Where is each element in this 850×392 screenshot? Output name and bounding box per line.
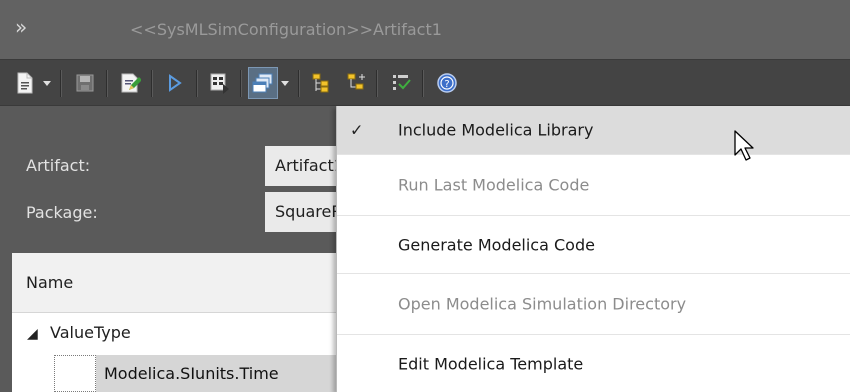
collapse-triangle-icon[interactable]: ◢ — [27, 324, 38, 344]
toolbar-separator — [240, 70, 242, 97]
menu-item-label: Edit Modelica Template — [398, 354, 584, 373]
toolbar-separator — [151, 70, 153, 97]
menu-item-edit-modelica-template[interactable]: Edit Modelica Template — [337, 335, 850, 392]
help-icon[interactable]: ? — [432, 67, 462, 99]
title-bar: » <<SysMLSimConfiguration>>Artifact1 — [0, 0, 850, 59]
window-title: <<SysMLSimConfiguration>>Artifact1 — [130, 20, 442, 39]
toolbar-separator — [196, 70, 198, 97]
add-element-icon[interactable] — [307, 67, 337, 99]
menu-item-run-last-modelica-code[interactable]: Run Last Modelica Code — [337, 155, 850, 215]
generate-icon[interactable] — [205, 67, 235, 99]
expand-chevron-icon[interactable]: » — [15, 12, 27, 42]
menu-item-label: Run Last Modelica Code — [398, 175, 590, 195]
edit-document-icon[interactable] — [115, 67, 145, 99]
properties-grid: Name ◢ ValueType Modelica.SIunits.Time — [12, 253, 340, 392]
filter-icon[interactable] — [386, 67, 416, 99]
toolbar-separator — [376, 70, 378, 97]
toolbar-separator — [422, 70, 424, 97]
menu-item-open-modelica-simulation-directory[interactable]: Open Modelica Simulation Directory — [337, 274, 850, 334]
toolbar-separator — [298, 70, 300, 97]
tree-row-label: ValueType — [50, 323, 131, 342]
grid-header: Name — [12, 253, 340, 313]
column-header-name[interactable]: Name — [26, 273, 73, 292]
artifact-field[interactable]: Artifact1 — [265, 146, 345, 186]
new-document-icon[interactable] — [10, 67, 40, 99]
run-icon[interactable] — [160, 67, 190, 99]
package-label: Package: — [26, 203, 98, 222]
checkmark-icon: ✓ — [350, 120, 364, 140]
modelica-menu-icon[interactable] — [248, 67, 278, 99]
menu-item-label: Open Modelica Simulation Directory — [398, 294, 687, 314]
save-icon[interactable] — [70, 67, 100, 99]
table-cell[interactable]: Modelica.SIunits.Time — [96, 355, 340, 392]
toolbar: ? — [0, 59, 850, 106]
row-focus-box[interactable] — [54, 355, 96, 392]
dropdown-arrow-icon[interactable] — [40, 73, 54, 93]
package-field[interactable]: SquareRoot — [265, 192, 345, 232]
menu-item-label: Generate Modelica Code — [398, 235, 595, 254]
toolbar-separator — [106, 70, 108, 97]
menu-item-include-modelica-library[interactable]: ✓ Include Modelica Library — [337, 106, 850, 154]
toolbar-separator — [60, 70, 62, 97]
menu-item-label: Include Modelica Library — [398, 120, 594, 140]
context-menu: ✓ Include Modelica Library Run Last Mode… — [336, 106, 850, 392]
artifact-label: Artifact: — [26, 156, 91, 175]
menu-item-generate-modelica-code[interactable]: Generate Modelica Code — [337, 216, 850, 273]
tree-row[interactable]: ◢ ValueType — [12, 313, 340, 355]
mouse-pointer-icon — [734, 130, 754, 168]
svg-text:?: ? — [444, 79, 449, 90]
add-child-element-icon[interactable] — [342, 67, 372, 99]
dropdown-arrow-icon[interactable] — [278, 73, 292, 93]
table-row[interactable]: Modelica.SIunits.Time — [12, 355, 340, 392]
